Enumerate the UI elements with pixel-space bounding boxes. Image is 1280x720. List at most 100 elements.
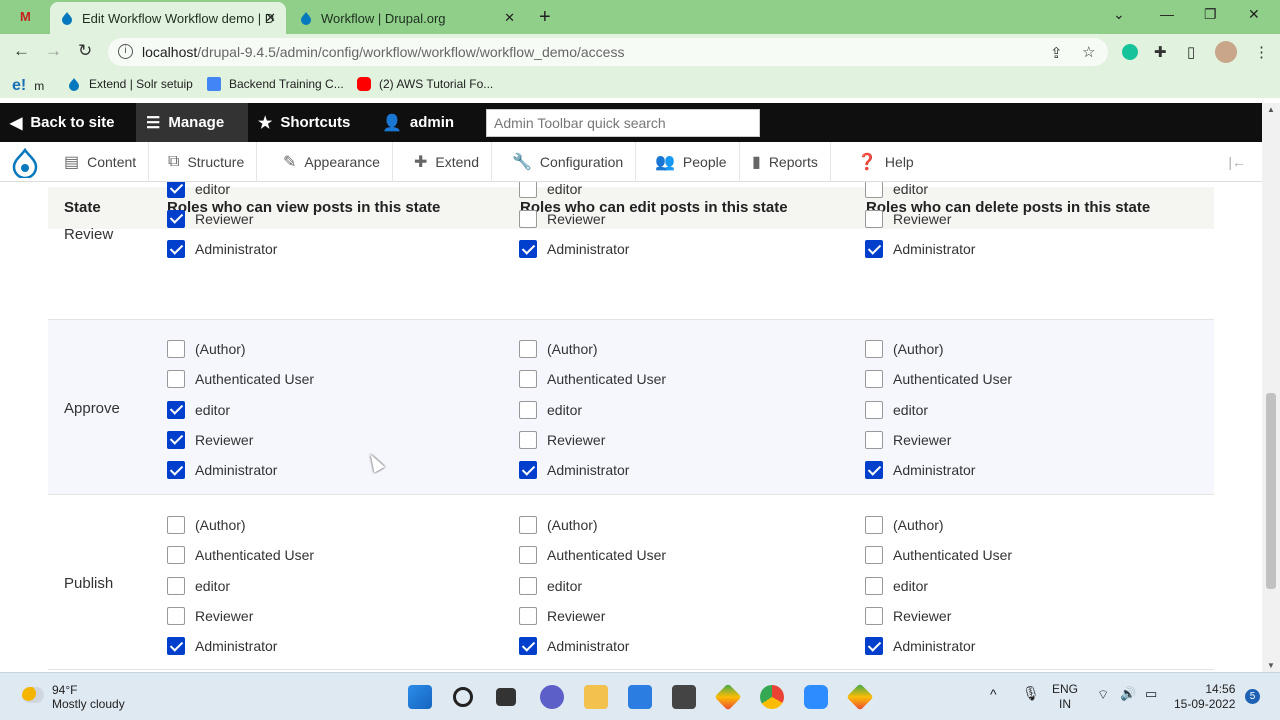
checkbox-unchecked[interactable] [167, 340, 185, 358]
role-checkbox-delete[interactable]: Administrator [865, 460, 975, 480]
minimize-icon[interactable]: — [1160, 6, 1174, 22]
role-checkbox-delete[interactable]: editor [865, 576, 928, 596]
checkbox-unchecked[interactable] [865, 546, 883, 565]
chrome-icon[interactable] [760, 685, 784, 709]
role-checkbox-edit[interactable]: (Author) [519, 515, 598, 535]
close-tab-icon[interactable]: ✕ [504, 10, 515, 26]
checkbox-unchecked[interactable] [167, 576, 185, 595]
checkbox-unchecked[interactable] [167, 606, 185, 625]
bookmark-item[interactable]: (2) AWS Tutorial Fo... [357, 77, 493, 91]
checkbox-checked[interactable] [167, 637, 185, 656]
checkbox-unchecked[interactable] [519, 576, 537, 595]
profile-avatar[interactable] [1215, 41, 1237, 63]
checkbox-checked[interactable] [519, 637, 537, 656]
new-tab-icon[interactable]: + [539, 6, 551, 29]
role-checkbox-edit[interactable]: Administrator [519, 636, 629, 656]
wifi-icon[interactable]: ⌔ [1097, 687, 1109, 702]
tab-search-icon[interactable]: ⌄ [1113, 6, 1125, 23]
bookmark-item[interactable]: e! m [12, 77, 44, 95]
role-checkbox-edit[interactable]: Reviewer [519, 430, 605, 450]
gmail-icon[interactable]: M [20, 9, 31, 24]
language-indicator[interactable]: ENG IN [1052, 682, 1078, 712]
drupal-logo-icon[interactable] [12, 148, 38, 178]
role-checkbox-delete[interactable]: editor [865, 182, 928, 199]
role-checkbox-delete[interactable]: editor [865, 400, 928, 420]
virtualbox-cube-icon[interactable] [672, 685, 696, 709]
role-checkbox-view[interactable]: Administrator [167, 636, 277, 656]
checkbox-checked[interactable] [167, 430, 185, 449]
role-checkbox-view[interactable]: Reviewer [167, 430, 253, 450]
role-checkbox-edit[interactable]: Authenticated User [519, 369, 666, 389]
show-hidden-icons-icon[interactable]: ^ [990, 687, 997, 702]
role-checkbox-view[interactable]: Administrator [167, 460, 277, 480]
bookmark-item[interactable]: Backend Training C... [207, 77, 344, 91]
role-checkbox-delete[interactable]: Reviewer [865, 209, 951, 229]
role-checkbox-view[interactable]: Authenticated User [167, 369, 314, 389]
tray-item-extend[interactable]: ✚ Extend [402, 142, 492, 182]
checkbox-unchecked[interactable] [865, 606, 883, 625]
tray-item-configuration[interactable]: 🔧 Configuration [500, 142, 637, 182]
forward-arrow-icon[interactable]: → [45, 41, 62, 61]
checkbox-checked[interactable] [865, 637, 883, 656]
app-diamond-icon[interactable] [714, 683, 742, 711]
tray-item-content[interactable]: ▤ Content [52, 142, 150, 182]
close-window-icon[interactable]: ✕ [1248, 6, 1260, 23]
role-checkbox-view[interactable]: editor [167, 576, 230, 596]
tray-item-structure[interactable]: ⧉ Structure [156, 142, 258, 182]
extensions-puzzle-icon[interactable]: ✚ [1154, 43, 1167, 61]
checkbox-unchecked[interactable] [865, 576, 883, 595]
back-arrow-icon[interactable]: ← [13, 41, 30, 61]
battery-icon[interactable]: ▭ [1145, 686, 1157, 701]
role-checkbox-edit[interactable]: Reviewer [519, 209, 605, 229]
scroll-down-arrow-icon[interactable]: ▼ [1267, 661, 1275, 670]
role-checkbox-view[interactable]: Administrator [167, 239, 277, 259]
grammarly-extension-icon[interactable] [1122, 44, 1138, 60]
tray-item-reports[interactable]: ▮ Reports [740, 142, 831, 182]
role-checkbox-delete[interactable]: (Author) [865, 339, 944, 359]
teams-chat-icon[interactable] [540, 685, 564, 709]
role-checkbox-edit[interactable]: (Author) [519, 339, 598, 359]
user-tab[interactable]: 👤 admin [372, 103, 464, 142]
scroll-up-arrow-icon[interactable]: ▲ [1267, 105, 1275, 114]
tab-drupal-org[interactable]: Workflow | Drupal.org ✕ [289, 2, 525, 34]
tray-item-people[interactable]: 👥 People [643, 142, 740, 182]
checkbox-unchecked[interactable] [167, 546, 185, 565]
side-panel-icon[interactable]: ▯ [1187, 43, 1195, 61]
site-info-icon[interactable]: i [118, 44, 133, 59]
checkbox-unchecked[interactable] [519, 182, 537, 198]
chrome-menu-icon[interactable]: ⋮ [1254, 43, 1269, 61]
checkbox-unchecked[interactable] [865, 430, 883, 449]
vscode-icon[interactable] [628, 685, 652, 709]
checkbox-checked[interactable] [167, 182, 185, 198]
checkbox-unchecked[interactable] [519, 516, 537, 534]
role-checkbox-edit[interactable]: editor [519, 182, 582, 199]
microphone-icon[interactable]: 🎙 [1022, 686, 1040, 701]
role-checkbox-delete[interactable]: Reviewer [865, 430, 951, 450]
shortcuts-tab[interactable]: ★ Shortcuts [248, 103, 360, 142]
windows-start-icon[interactable] [408, 685, 432, 709]
role-checkbox-delete[interactable]: Authenticated User [865, 369, 1012, 389]
checkbox-checked[interactable] [865, 240, 883, 259]
checkbox-unchecked[interactable] [865, 400, 883, 419]
checkbox-unchecked[interactable] [519, 340, 537, 358]
role-checkbox-view[interactable]: editor [167, 182, 230, 199]
checkbox-unchecked[interactable] [865, 209, 883, 228]
tab-edit-workflow[interactable]: Edit Workflow Workflow demo | D ✕ [50, 2, 286, 34]
checkbox-checked[interactable] [865, 461, 883, 480]
checkbox-unchecked[interactable] [865, 182, 883, 198]
checkbox-checked[interactable] [167, 209, 185, 228]
zoom-icon[interactable] [804, 685, 828, 709]
notification-badge[interactable]: 5 [1245, 689, 1260, 704]
close-tab-icon[interactable]: ✕ [265, 10, 276, 26]
back-to-site-link[interactable]: ◀ Back to site [0, 103, 125, 142]
restore-icon[interactable]: ❐ [1204, 6, 1217, 23]
bookmark-item[interactable]: Extend | Solr setuip [67, 77, 193, 91]
checkbox-unchecked[interactable] [519, 606, 537, 625]
checkbox-checked[interactable] [167, 240, 185, 259]
clock[interactable]: 14:56 15-09-2022 [1174, 682, 1235, 712]
checkbox-unchecked[interactable] [519, 370, 537, 389]
role-checkbox-view[interactable]: editor [167, 400, 230, 420]
checkbox-unchecked[interactable] [167, 516, 185, 534]
search-icon[interactable] [453, 687, 473, 707]
role-checkbox-delete[interactable]: Reviewer [865, 606, 951, 626]
